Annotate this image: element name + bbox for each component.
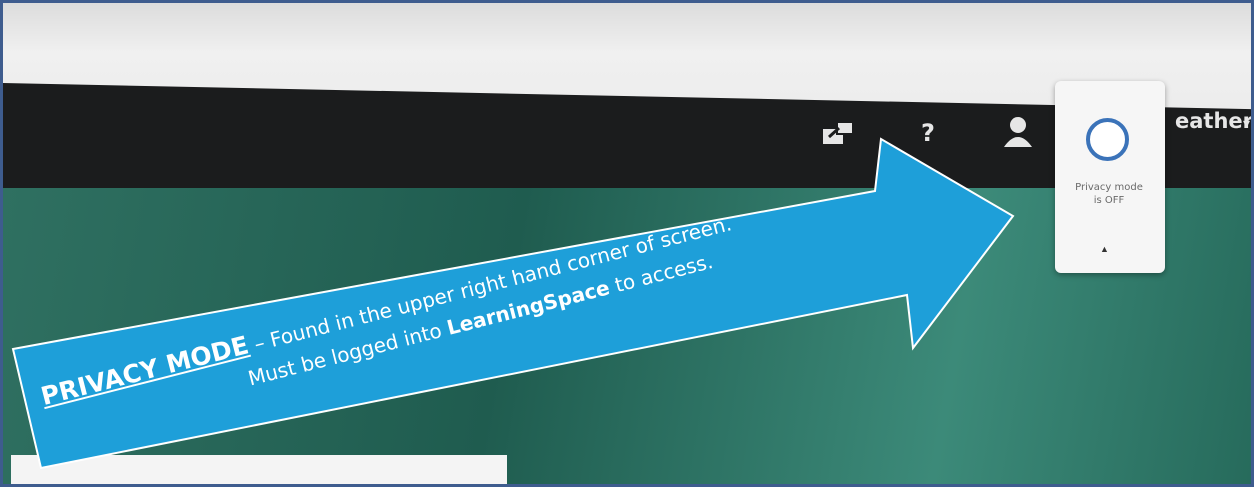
screenshot-frame: ? eather ▾ Privacy mode is OFF ▲ PRIVACY… [0,0,1254,487]
